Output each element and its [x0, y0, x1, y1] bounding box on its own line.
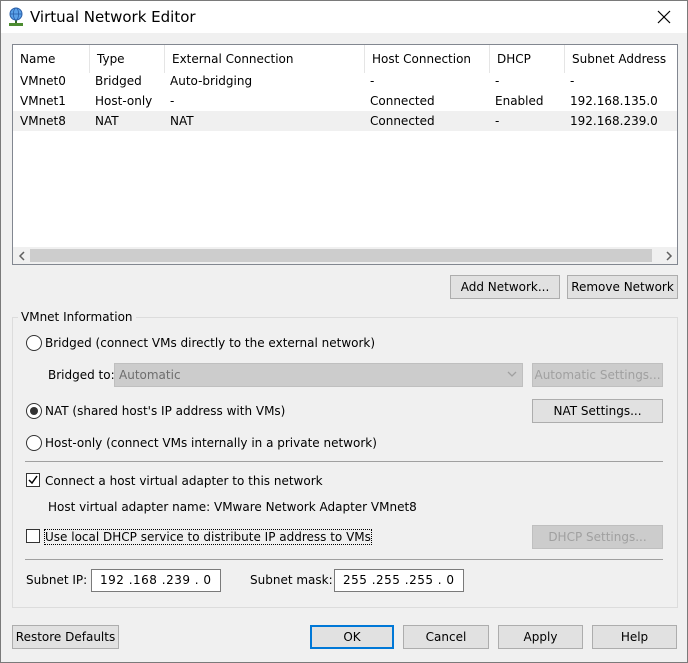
ok-button[interactable]: OK [310, 625, 394, 649]
cell-host-connection: - [370, 74, 375, 88]
cell-type: Bridged [95, 74, 142, 88]
divider [25, 559, 663, 560]
scroll-right-button[interactable] [660, 247, 677, 264]
column-header-host-connection[interactable]: Host Connection [364, 45, 489, 73]
scroll-left-button[interactable] [13, 247, 30, 264]
bridged-to-value: Automatic [119, 368, 181, 382]
cell-type: NAT [95, 114, 119, 128]
column-header-external-connection[interactable]: External Connection [164, 45, 364, 73]
chevron-right-icon [665, 250, 672, 261]
list-header: Name Type External Connection Host Conne… [13, 45, 677, 73]
window-title: Virtual Network Editor [30, 8, 196, 26]
nat-radio[interactable] [26, 403, 42, 419]
cell-subnet-address: 192.168.135.0 [570, 94, 658, 108]
help-button[interactable]: Help [592, 625, 677, 649]
column-header-subnet-address[interactable]: Subnet Address [564, 45, 677, 73]
title-bar: Virtual Network Editor [1, 1, 687, 33]
close-icon [657, 10, 671, 24]
cell-host-connection: Connected [370, 94, 435, 108]
close-button[interactable] [641, 1, 687, 33]
cell-dhcp: - [495, 74, 500, 88]
cell-external-connection: Auto-bridging [170, 74, 253, 88]
bridged-to-select[interactable]: Automatic [114, 363, 523, 387]
bridged-label[interactable]: Bridged (connect VMs directly to the ext… [45, 336, 375, 350]
subnet-mask-input[interactable]: 255 .255 .255 . 0 [334, 569, 464, 592]
cell-dhcp: - [495, 114, 500, 128]
cell-external-connection: NAT [170, 114, 194, 128]
cell-external-connection: - [170, 94, 175, 108]
subnet-mask-label: Subnet mask: [250, 573, 333, 587]
divider [25, 461, 663, 462]
cell-subnet-address: - [570, 74, 575, 88]
chevron-down-icon [507, 371, 517, 377]
dhcp-label[interactable]: Use local DHCP service to distribute IP … [44, 529, 372, 545]
bridged-to-label: Bridged to: [48, 368, 115, 382]
host-only-label[interactable]: Host-only (connect VMs internally in a p… [45, 436, 377, 450]
column-header-dhcp[interactable]: DHCP [489, 45, 564, 73]
cell-subnet-address: 192.168.239.0 [570, 114, 658, 128]
network-list[interactable]: Name Type External Connection Host Conne… [12, 44, 678, 265]
automatic-settings-button[interactable]: Automatic Settings... [532, 363, 663, 387]
vmnet-information-group [12, 317, 678, 608]
horizontal-scrollbar[interactable] [13, 247, 677, 264]
checkmark-icon [28, 475, 38, 485]
add-network-button[interactable]: Add Network... [450, 275, 560, 299]
dhcp-settings-button[interactable]: DHCP Settings... [532, 525, 663, 549]
scrollbar-thumb[interactable] [30, 249, 652, 262]
table-row-selected[interactable]: VMnet8 NAT NAT Connected - 192.168.239.0 [13, 111, 677, 131]
group-title: VMnet Information [18, 310, 136, 324]
nat-label[interactable]: NAT (shared host's IP address with VMs) [45, 404, 285, 418]
column-header-type[interactable]: Type [89, 45, 164, 73]
restore-defaults-button[interactable]: Restore Defaults [12, 625, 119, 649]
cell-name: VMnet1 [20, 94, 66, 108]
adapter-name-label: Host virtual adapter name: VMware Networ… [48, 500, 417, 514]
connect-adapter-label[interactable]: Connect a host virtual adapter to this n… [45, 474, 323, 488]
subnet-ip-input[interactable]: 192 .168 .239 . 0 [91, 569, 221, 592]
subnet-ip-label: Subnet IP: [26, 573, 88, 587]
nat-settings-button[interactable]: NAT Settings... [532, 399, 663, 423]
cancel-button[interactable]: Cancel [403, 625, 489, 649]
cell-name: VMnet8 [20, 114, 66, 128]
cell-dhcp: Enabled [495, 94, 544, 108]
connect-adapter-checkbox[interactable] [26, 473, 40, 487]
remove-network-button[interactable]: Remove Network [567, 275, 678, 299]
table-row[interactable]: VMnet0 Bridged Auto-bridging - - - [13, 71, 677, 91]
column-header-name[interactable]: Name [13, 45, 89, 73]
cell-host-connection: Connected [370, 114, 435, 128]
chevron-left-icon [18, 250, 25, 261]
dhcp-checkbox[interactable] [26, 529, 40, 543]
network-globe-icon [9, 7, 23, 26]
apply-button[interactable]: Apply [498, 625, 583, 649]
bridged-radio[interactable] [26, 335, 42, 351]
cell-type: Host-only [95, 94, 153, 108]
cell-name: VMnet0 [20, 74, 66, 88]
table-row[interactable]: VMnet1 Host-only - Connected Enabled 192… [13, 91, 677, 111]
virtual-network-editor-window: Virtual Network Editor Name Type Externa… [0, 0, 688, 663]
host-only-radio[interactable] [26, 435, 42, 451]
